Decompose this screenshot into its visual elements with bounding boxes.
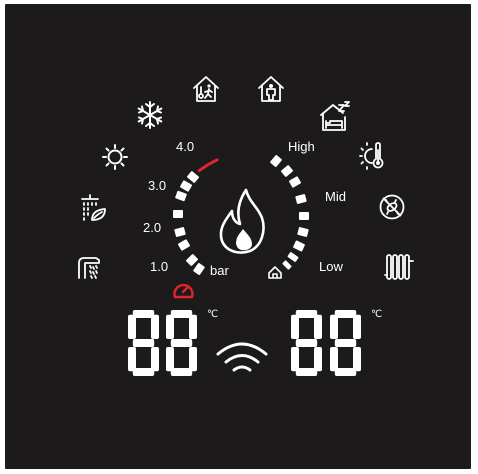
digit-segment [291, 347, 299, 372]
digit-segment [189, 314, 197, 339]
thermostat-display [5, 4, 471, 469]
pressure-label-1: 1.0 [150, 259, 169, 274]
tap-water-icon[interactable] [76, 254, 102, 280]
digit-segment [314, 314, 322, 339]
flow-label-low: Low [319, 259, 343, 274]
pressure-segment [173, 210, 183, 218]
flow-label-high: High [288, 139, 315, 154]
digit-segment [334, 368, 357, 376]
digit-segment [330, 314, 338, 339]
digit-segment [132, 368, 155, 376]
digit-segment [128, 347, 136, 372]
digit-segment [291, 314, 299, 339]
digit-segment [353, 347, 361, 372]
digit-segment [151, 347, 159, 372]
digit-segment [132, 310, 155, 318]
digit-segment [151, 314, 159, 339]
digit-segment [166, 314, 174, 339]
digit-segment [189, 347, 197, 372]
digit-segment [128, 314, 136, 339]
right-temperature-unit: ℃ [371, 309, 383, 320]
outdoor-temperature-icon[interactable] [358, 141, 390, 171]
digit-segment [295, 368, 318, 376]
digit-segment [132, 339, 155, 347]
radiator-icon[interactable] [384, 253, 414, 281]
thermostat-panel: 4.0 3.0 2.0 1.0 bar High Mid Low ℃ ℃ [0, 0, 478, 469]
digit-segment [295, 310, 318, 318]
flow-label-mid: Mid [325, 189, 346, 204]
digit-segment [166, 347, 174, 372]
flow-segment [299, 212, 309, 220]
digit-segment [170, 368, 193, 376]
shower-eco-icon[interactable] [78, 193, 108, 223]
digit-segment [334, 310, 357, 318]
left-temperature-unit: ℃ [207, 309, 219, 320]
snowflake-icon[interactable] [136, 101, 164, 129]
pressure-label-2: 2.0 [143, 220, 162, 235]
away-home-icon[interactable] [192, 75, 220, 103]
digit-segment [314, 347, 322, 372]
pressure-label-4: 4.0 [176, 139, 195, 154]
sleep-icon[interactable] [319, 101, 351, 131]
home-icon[interactable] [257, 75, 285, 103]
pressure-unit-label: bar [210, 263, 229, 278]
anti-legionella-icon[interactable] [378, 193, 406, 221]
digit-segment [330, 347, 338, 372]
digit-segment [334, 339, 357, 347]
digit-segment [295, 339, 318, 347]
sun-icon[interactable] [102, 144, 128, 170]
digit-segment [353, 314, 361, 339]
pressure-label-3: 3.0 [148, 178, 167, 193]
digit-segment [170, 339, 193, 347]
digit-segment [170, 310, 193, 318]
